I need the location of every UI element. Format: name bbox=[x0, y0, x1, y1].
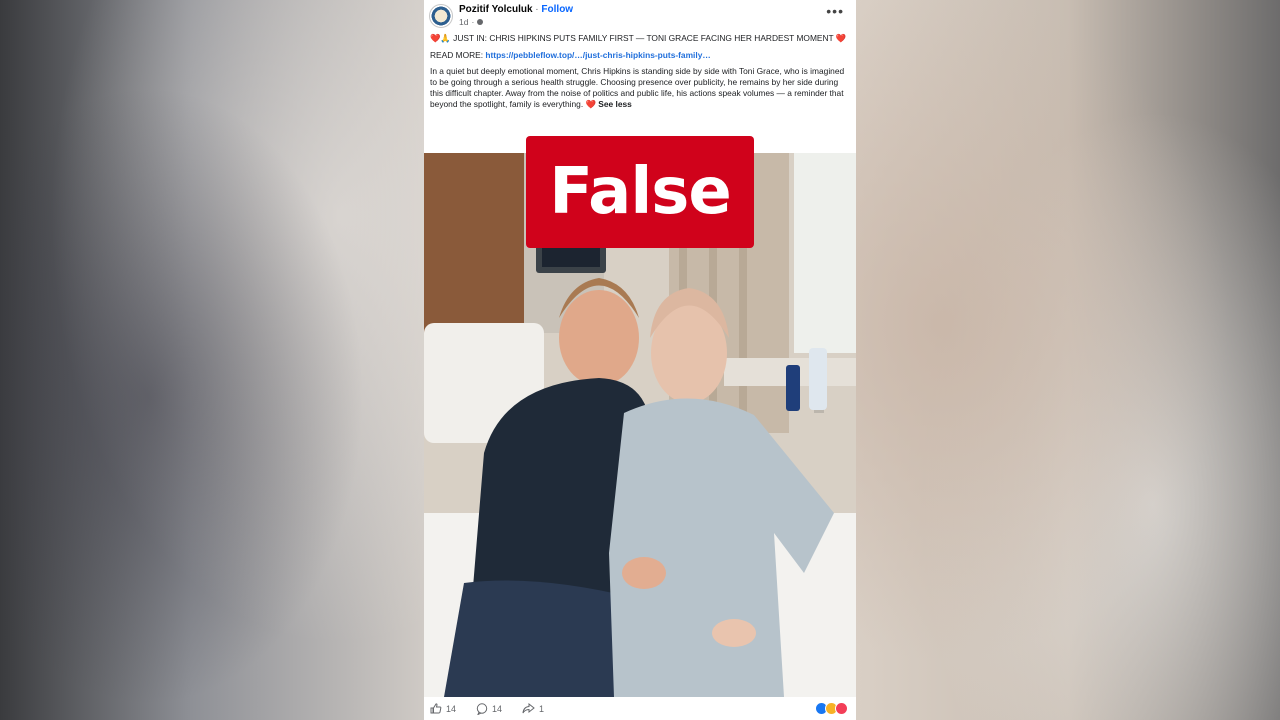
post-time[interactable]: 1d bbox=[459, 17, 468, 27]
post-header: Pozitif Yolculuk · Follow 1d · ••• bbox=[424, 0, 856, 32]
post-body: In a quiet but deeply emotional moment, … bbox=[430, 66, 850, 110]
follow-button[interactable]: Follow bbox=[541, 4, 573, 15]
comment-icon bbox=[476, 702, 488, 715]
like-icon bbox=[430, 703, 442, 714]
see-less-button[interactable]: See less bbox=[598, 99, 632, 109]
share-icon bbox=[522, 703, 535, 714]
meta-separator: · bbox=[471, 17, 475, 27]
post-meta: 1d · bbox=[459, 17, 484, 27]
read-more-line: READ MORE: https://pebbleflow.top/…/just… bbox=[430, 50, 850, 61]
comments-count: 14 bbox=[492, 703, 503, 714]
post-text: ❤️🙏 JUST IN: CHRIS HIPKINS PUTS FAMILY F… bbox=[424, 33, 856, 110]
blurred-background-right bbox=[856, 0, 1280, 720]
water-bottle bbox=[809, 348, 827, 410]
page-name[interactable]: Pozitif Yolculuk bbox=[459, 4, 533, 15]
post-headline: ❤️🙏 JUST IN: CHRIS HIPKINS PUTS FAMILY F… bbox=[430, 33, 850, 44]
likes-count: 14 bbox=[446, 703, 457, 714]
page-name-line: Pozitif Yolculuk · Follow bbox=[459, 4, 573, 15]
headline-heart: ❤️ bbox=[833, 33, 847, 43]
comment-action[interactable]: 14 bbox=[476, 702, 503, 715]
body-heart: ❤️ bbox=[583, 99, 599, 109]
post-body-text: In a quiet but deeply emotional moment, … bbox=[430, 66, 845, 109]
love-reaction-icon bbox=[835, 702, 848, 715]
fact-check-rating-badge: False bbox=[526, 136, 754, 248]
facebook-post: Pozitif Yolculuk · Follow 1d · ••• ❤️🙏 J… bbox=[424, 0, 856, 720]
drink-bottle bbox=[786, 365, 800, 411]
reaction-icons[interactable] bbox=[815, 702, 848, 715]
blurred-background-left bbox=[0, 0, 424, 720]
globe-icon bbox=[477, 19, 484, 25]
page-avatar[interactable] bbox=[429, 4, 453, 28]
headline-text: ❤️🙏 JUST IN: CHRIS HIPKINS PUTS FAMILY F… bbox=[430, 33, 834, 43]
like-action[interactable]: 14 bbox=[430, 703, 456, 714]
read-more-link[interactable]: https://pebbleflow.top/…/just-chris-hipk… bbox=[485, 50, 710, 60]
man-face bbox=[559, 290, 639, 386]
shares-count: 1 bbox=[539, 703, 545, 714]
window bbox=[794, 153, 856, 353]
post-footer: 14 14 1 bbox=[424, 697, 856, 720]
read-more-label: READ MORE: bbox=[430, 50, 486, 60]
woman-hand bbox=[712, 619, 756, 647]
more-options-icon[interactable]: ••• bbox=[826, 4, 844, 18]
share-action[interactable]: 1 bbox=[522, 703, 544, 714]
held-hands bbox=[622, 557, 666, 589]
